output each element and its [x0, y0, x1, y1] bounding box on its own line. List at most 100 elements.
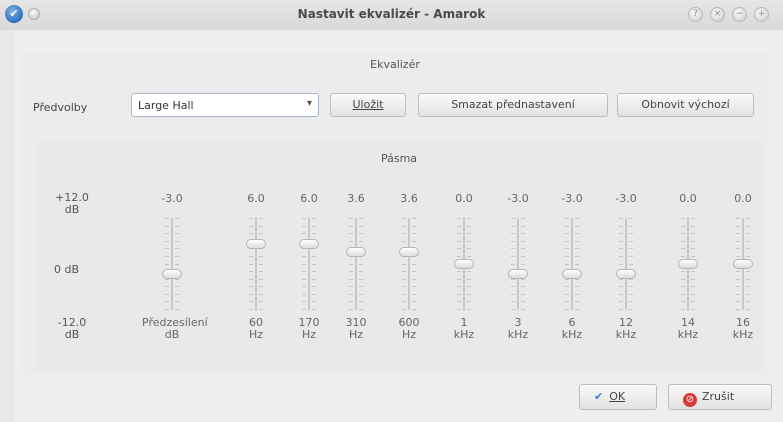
band-slider[interactable]	[560, 218, 584, 310]
slider-tick	[312, 286, 316, 287]
slider-tick	[175, 279, 179, 280]
band-value: 6.0	[247, 192, 265, 205]
slider-tick	[165, 256, 169, 257]
slider-tick	[359, 264, 363, 265]
band-slider[interactable]	[731, 218, 755, 310]
slider-tick	[691, 271, 695, 272]
zero-db-label: 0 dB	[54, 263, 80, 276]
slider-handle[interactable]	[162, 269, 182, 279]
help-icon[interactable]: ?	[688, 7, 703, 22]
band-slider[interactable]	[244, 218, 268, 310]
slider-tick	[746, 256, 750, 257]
slider-handle[interactable]	[299, 239, 319, 249]
close-small-icon[interactable]: ×	[710, 7, 725, 22]
slider-tick	[249, 233, 253, 234]
band-value: -3.0	[161, 192, 183, 205]
slider-tick	[302, 271, 306, 272]
slider-tick	[691, 233, 695, 234]
presets-label: Předvolby	[33, 101, 88, 114]
slider-tick	[619, 264, 623, 265]
preamp-slider[interactable]	[160, 218, 184, 310]
band-slider[interactable]	[676, 218, 700, 310]
maximize-icon[interactable]: +	[754, 7, 769, 22]
titlebar[interactable]: ✔ Nastavit ekvalizér - Amarok ? × − +	[0, 0, 783, 30]
slider-tick	[457, 294, 461, 295]
slider-handle[interactable]	[346, 247, 366, 257]
band-slider[interactable]	[397, 218, 421, 310]
slider-tick	[467, 226, 471, 227]
slider-tick	[175, 241, 179, 242]
slider-tick	[691, 301, 695, 302]
slider-tick	[349, 294, 353, 295]
slider-handle[interactable]	[246, 239, 266, 249]
slider-handle[interactable]	[562, 269, 582, 279]
band-unit: dB	[164, 328, 180, 341]
slider-tick	[691, 248, 695, 249]
slider-handle[interactable]	[508, 269, 528, 279]
slider-tick	[349, 241, 353, 242]
slider-tick	[457, 218, 461, 219]
band-slider[interactable]	[344, 218, 368, 310]
slider-tick	[467, 294, 471, 295]
slider-tick	[565, 226, 569, 227]
slider-tick	[302, 294, 306, 295]
band-value: 0.0	[679, 192, 697, 205]
slider-tick	[575, 301, 579, 302]
cancel-button[interactable]: ⊘ Zrušit	[668, 384, 772, 410]
slider-tick	[681, 256, 685, 257]
slider-tick	[457, 233, 461, 234]
slider-handle[interactable]	[733, 259, 753, 269]
slider-tick	[629, 248, 633, 249]
slider-tick	[565, 233, 569, 234]
slider-tick	[359, 301, 363, 302]
delete-preset-button[interactable]: Smazat přednastavení	[418, 93, 608, 117]
slider-tick	[359, 241, 363, 242]
slider-tick	[457, 256, 461, 257]
restore-defaults-button[interactable]: Obnovit výchozí	[617, 93, 754, 117]
slider-tick	[511, 226, 515, 227]
slider-tick	[575, 264, 579, 265]
slider-tick	[691, 294, 695, 295]
slider-handle[interactable]	[454, 259, 474, 269]
slider-handle[interactable]	[399, 247, 419, 257]
slider-tick	[565, 279, 569, 280]
minimize-icon[interactable]: −	[732, 7, 747, 22]
band-unit: kHz	[561, 328, 583, 341]
slider-tick	[359, 233, 363, 234]
slider-tick	[511, 279, 515, 280]
band-slider[interactable]	[614, 218, 638, 310]
band-unit: kHz	[507, 328, 529, 341]
slider-tick	[511, 294, 515, 295]
slider-tick	[629, 286, 633, 287]
slider-handle[interactable]	[678, 259, 698, 269]
band-slider[interactable]	[506, 218, 530, 310]
slider-tick	[681, 248, 685, 249]
slider-tick	[402, 226, 406, 227]
band-value: 0.0	[455, 192, 473, 205]
slider-tick	[412, 279, 416, 280]
slider-tick	[575, 248, 579, 249]
slider-tick	[457, 279, 461, 280]
slider-tick	[302, 264, 306, 265]
slider-tick	[165, 233, 169, 234]
slider-tick	[457, 241, 461, 242]
slider-tick	[511, 248, 515, 249]
slider-tick	[575, 309, 579, 310]
slider-tick	[681, 286, 685, 287]
slider-tick	[402, 309, 406, 310]
slider-tick	[565, 309, 569, 310]
slider-tick	[736, 226, 740, 227]
slider-tick	[259, 309, 263, 310]
slider-handle[interactable]	[616, 269, 636, 279]
slider-tick	[312, 294, 316, 295]
save-preset-button[interactable]: Uložit	[330, 93, 406, 117]
slider-tick	[511, 256, 515, 257]
band-slider[interactable]	[452, 218, 476, 310]
slider-tick	[467, 241, 471, 242]
slider-tick	[575, 279, 579, 280]
band-slider[interactable]	[297, 218, 321, 310]
slider-tick	[312, 271, 316, 272]
preset-combobox[interactable]: Large Hall ▾	[131, 93, 319, 117]
ok-button[interactable]: ✔ OK	[579, 384, 657, 410]
slider-tick	[249, 226, 253, 227]
